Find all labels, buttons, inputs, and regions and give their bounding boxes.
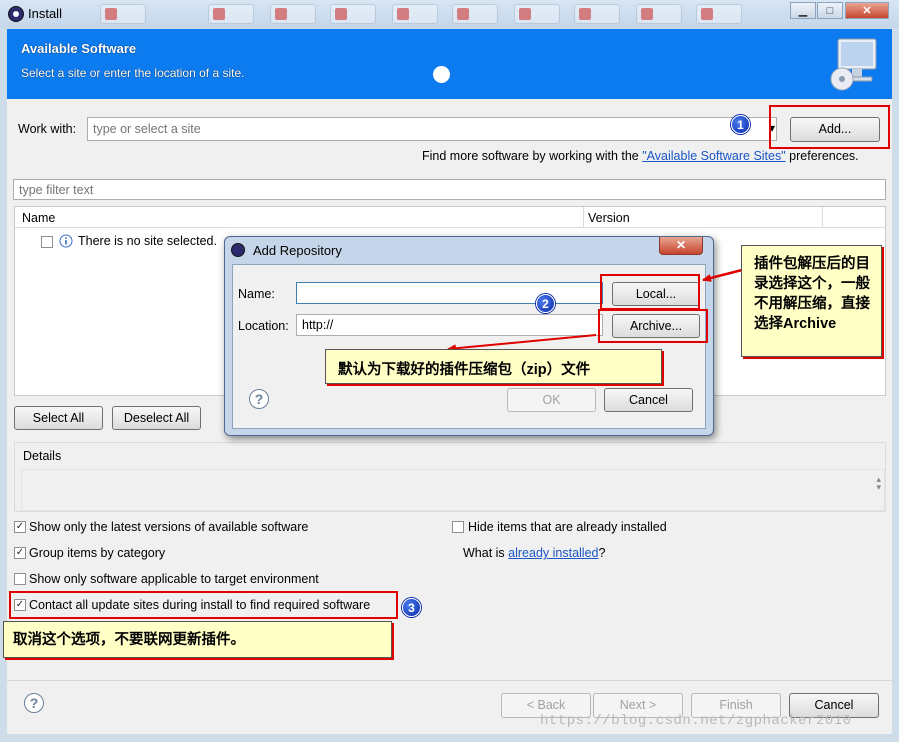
arrow-from-archive xyxy=(447,334,597,353)
note-archive-zip: 默认为下载好的插件压缩包（zip）文件 xyxy=(325,349,662,384)
arrow-to-local xyxy=(702,268,743,282)
note-local-archive: 插件包解压后的目录选择这个，一般不用解压缩，直接选择Archive xyxy=(741,245,882,357)
